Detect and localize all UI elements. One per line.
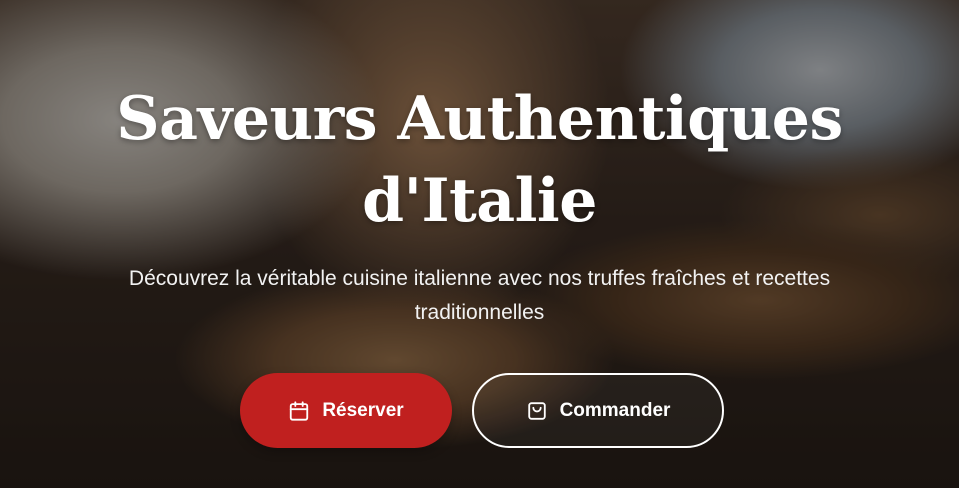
- hero-content: Saveurs Authentiques d'Italie Découvrez …: [0, 0, 959, 488]
- hero-subtitle: Découvrez la véritable cuisine italienne…: [128, 267, 831, 324]
- order-button-label: Commander: [559, 399, 671, 421]
- reserve-button[interactable]: Réserver: [240, 373, 452, 448]
- order-button[interactable]: Commander: [472, 373, 724, 448]
- hero-title: Saveurs Authentiques d'Italie: [116, 84, 843, 236]
- shopping-bag-icon: [526, 400, 548, 422]
- reserve-button-label: Réserver: [322, 399, 404, 421]
- hero-section: Saveurs Authentiques d'Italie Découvrez …: [0, 0, 959, 488]
- calendar-icon: [288, 400, 310, 422]
